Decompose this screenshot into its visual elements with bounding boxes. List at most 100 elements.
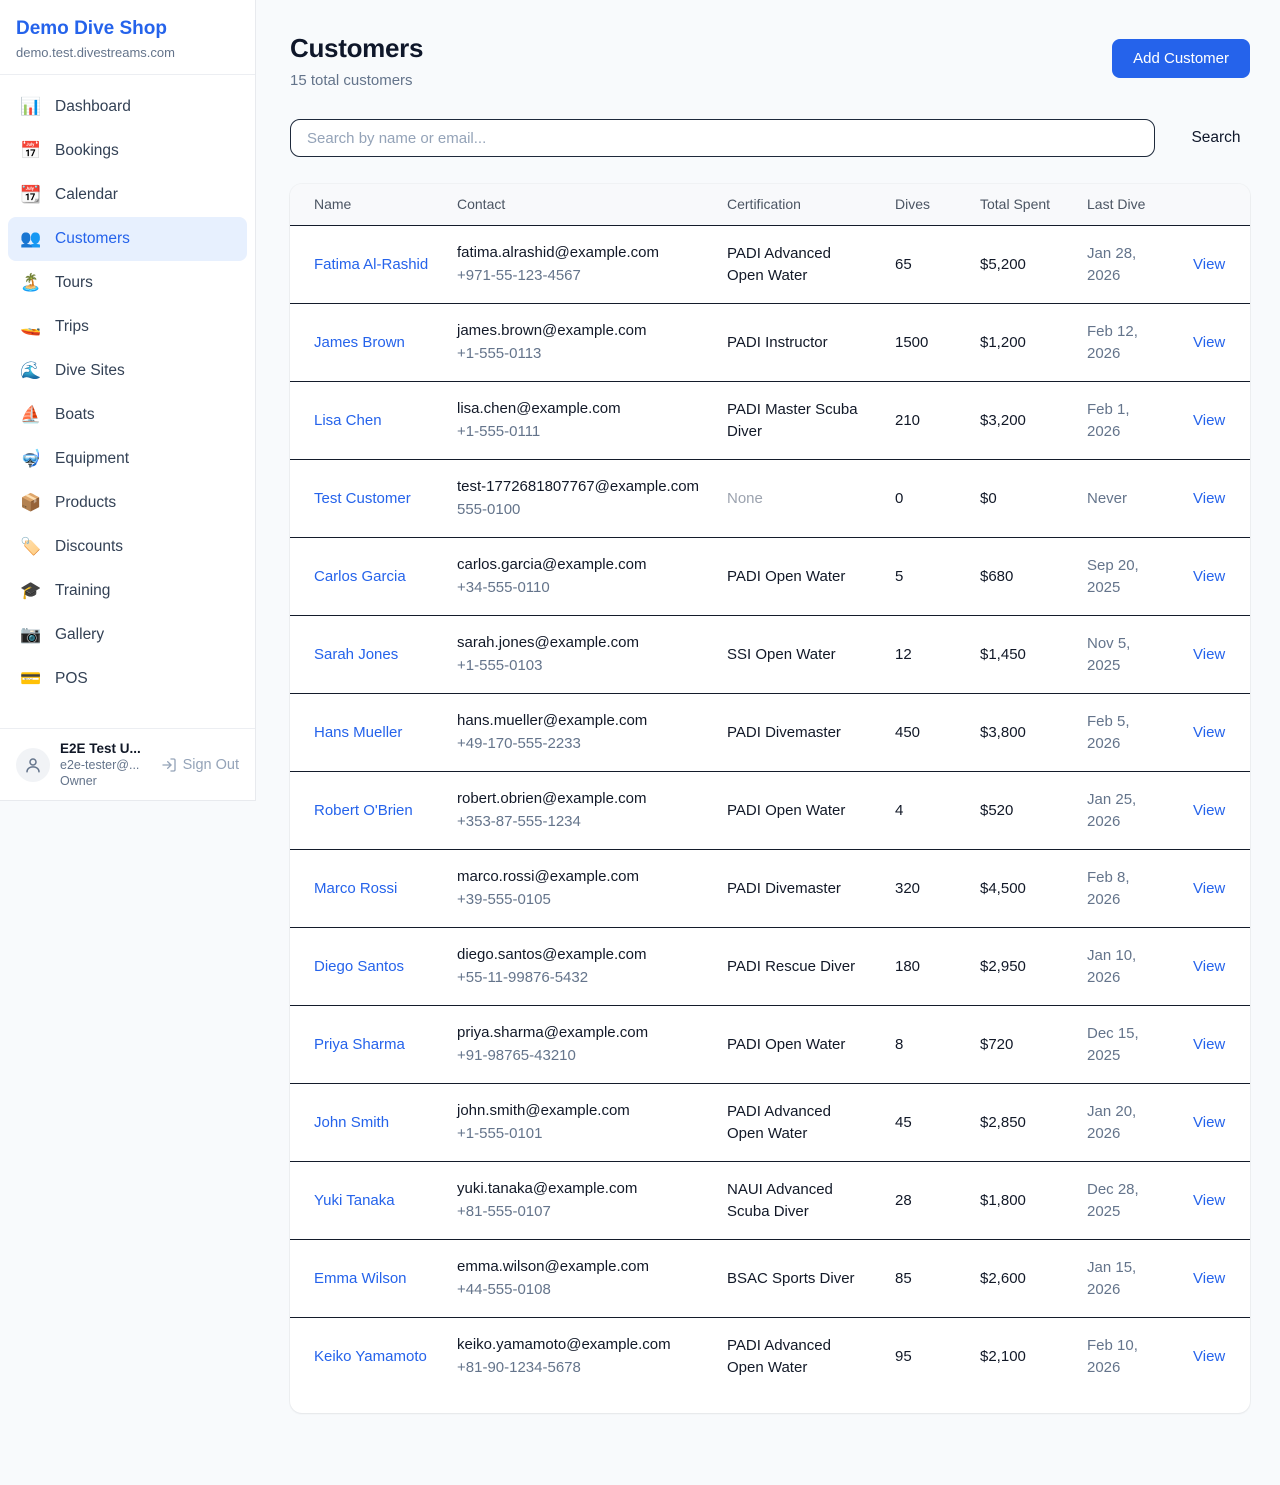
customer-last-dive: Jan 15, 2026: [1075, 1240, 1173, 1318]
search-button[interactable]: Search: [1182, 121, 1250, 155]
customer-certification: PADI Master Scuba Diver: [715, 382, 883, 460]
customer-certification: PADI Open Water: [715, 1006, 883, 1084]
customer-email: marco.rossi@example.com: [457, 866, 703, 888]
customer-name-link[interactable]: Lisa Chen: [314, 412, 382, 429]
sidebar-item-label: POS: [55, 670, 88, 688]
sidebar-item-label: Customers: [55, 230, 130, 248]
customer-name-link[interactable]: Diego Santos: [314, 958, 404, 975]
customer-name-link[interactable]: Yuki Tanaka: [314, 1192, 395, 1209]
sidebar-item-equipment[interactable]: 🤿 Equipment: [8, 437, 247, 481]
view-customer-link[interactable]: View: [1193, 490, 1225, 507]
customer-name-link[interactable]: Keiko Yamamoto: [314, 1348, 427, 1365]
view-customer-link[interactable]: View: [1193, 802, 1225, 819]
view-customer-link[interactable]: View: [1193, 1270, 1225, 1287]
customer-email: fatima.alrashid@example.com: [457, 242, 703, 264]
customer-total-spent: $3,800: [968, 694, 1075, 772]
customer-email: emma.wilson@example.com: [457, 1256, 703, 1278]
view-customer-link[interactable]: View: [1193, 334, 1225, 351]
customer-dives: 12: [883, 616, 968, 694]
sign-out-label: Sign Out: [183, 757, 239, 773]
customer-certification: None: [715, 460, 883, 538]
customer-email: keiko.yamamoto@example.com: [457, 1334, 703, 1356]
sidebar-item-training[interactable]: 🎓 Training: [8, 569, 247, 613]
boats-icon: ⛵: [20, 405, 42, 425]
customer-total-spent: $2,600: [968, 1240, 1075, 1318]
sidebar-item-dashboard[interactable]: 📊 Dashboard: [8, 85, 247, 129]
dive-sites-icon: 🌊: [20, 361, 42, 381]
view-customer-link[interactable]: View: [1193, 1114, 1225, 1131]
customer-total-spent: $1,450: [968, 616, 1075, 694]
sidebar-item-trips[interactable]: 🚤 Trips: [8, 305, 247, 349]
sidebar-item-bookings[interactable]: 📅 Bookings: [8, 129, 247, 173]
customer-dives: 5: [883, 538, 968, 616]
view-customer-link[interactable]: View: [1193, 568, 1225, 585]
table-row: Hans Mueller hans.mueller@example.com +4…: [290, 694, 1250, 772]
sign-out-icon: [161, 757, 177, 773]
customer-total-spent: $3,200: [968, 382, 1075, 460]
customer-name-link[interactable]: Fatima Al-Rashid: [314, 256, 428, 273]
customer-name-link[interactable]: Test Customer: [314, 490, 411, 507]
view-customer-link[interactable]: View: [1193, 958, 1225, 975]
page-header: Customers 15 total customers Add Custome…: [290, 33, 1250, 89]
customer-total-spent: $680: [968, 538, 1075, 616]
view-customer-link[interactable]: View: [1193, 1036, 1225, 1053]
view-customer-link[interactable]: View: [1193, 412, 1225, 429]
customer-email: hans.mueller@example.com: [457, 710, 703, 732]
table-row: Lisa Chen lisa.chen@example.com +1-555-0…: [290, 382, 1250, 460]
search-input[interactable]: [290, 119, 1155, 157]
total-customers-count: 15 total customers: [290, 72, 423, 89]
view-customer-link[interactable]: View: [1193, 1192, 1225, 1209]
customer-phone: +1-555-0113: [457, 343, 703, 365]
customer-total-spent: $2,100: [968, 1318, 1075, 1396]
sidebar-item-pos[interactable]: 💳 POS: [8, 657, 247, 701]
customer-name-link[interactable]: John Smith: [314, 1114, 389, 1131]
customer-name-link[interactable]: Hans Mueller: [314, 724, 402, 741]
customer-name-link[interactable]: Carlos Garcia: [314, 568, 406, 585]
user-name: E2E Test U...: [60, 741, 151, 756]
customer-name-link[interactable]: Sarah Jones: [314, 646, 398, 663]
view-customer-link[interactable]: View: [1193, 646, 1225, 663]
sidebar-item-label: Boats: [55, 406, 95, 424]
sidebar-item-customers[interactable]: 👥 Customers: [8, 217, 247, 261]
sidebar-item-gallery[interactable]: 📷 Gallery: [8, 613, 247, 657]
customer-name-link[interactable]: Marco Rossi: [314, 880, 397, 897]
sidebar-item-label: Dive Sites: [55, 362, 125, 380]
view-customer-link[interactable]: View: [1193, 256, 1225, 273]
customer-email: carlos.garcia@example.com: [457, 554, 703, 576]
customer-email: test-1772681807767@example.com: [457, 476, 703, 498]
customer-name-link[interactable]: James Brown: [314, 334, 405, 351]
sidebar-item-calendar[interactable]: 📆 Calendar: [8, 173, 247, 217]
customer-name-link[interactable]: Robert O'Brien: [314, 802, 413, 819]
customer-phone: +1-555-0103: [457, 655, 703, 677]
sidebar-item-label: Bookings: [55, 142, 119, 160]
sidebar-item-discounts[interactable]: 🏷️ Discounts: [8, 525, 247, 569]
table-row: Diego Santos diego.santos@example.com +5…: [290, 928, 1250, 1006]
sidebar-item-dive-sites[interactable]: 🌊 Dive Sites: [8, 349, 247, 393]
view-customer-link[interactable]: View: [1193, 880, 1225, 897]
equipment-icon: 🤿: [20, 449, 42, 469]
customer-dives: 65: [883, 226, 968, 304]
customer-certification: PADI Divemaster: [715, 850, 883, 928]
view-customer-link[interactable]: View: [1193, 724, 1225, 741]
customer-last-dive: Feb 1, 2026: [1075, 382, 1173, 460]
view-customer-link[interactable]: View: [1193, 1348, 1225, 1365]
customer-name-link[interactable]: Emma Wilson: [314, 1270, 407, 1287]
user-role: Owner: [60, 774, 151, 788]
sidebar-item-boats[interactable]: ⛵ Boats: [8, 393, 247, 437]
sign-out-button[interactable]: Sign Out: [161, 757, 239, 773]
customer-last-dive: Jan 28, 2026: [1075, 226, 1173, 304]
user-meta: E2E Test U... e2e-tester@... Owner: [60, 741, 151, 788]
shop-domain: demo.test.divestreams.com: [16, 45, 239, 60]
sidebar-item-label: Calendar: [55, 186, 118, 204]
sidebar-item-products[interactable]: 📦 Products: [8, 481, 247, 525]
add-customer-button[interactable]: Add Customer: [1112, 39, 1250, 78]
sidebar-item-label: Products: [55, 494, 116, 512]
sidebar-item-label: Discounts: [55, 538, 123, 556]
customer-name-link[interactable]: Priya Sharma: [314, 1036, 405, 1053]
sidebar-item-tours[interactable]: 🏝️ Tours: [8, 261, 247, 305]
table-row: Keiko Yamamoto keiko.yamamoto@example.co…: [290, 1318, 1250, 1396]
column-header-contact: Contact: [445, 184, 715, 226]
table-row: Test Customer test-1772681807767@example…: [290, 460, 1250, 538]
shop-name-link[interactable]: Demo Dive Shop: [16, 18, 239, 40]
customer-total-spent: $520: [968, 772, 1075, 850]
